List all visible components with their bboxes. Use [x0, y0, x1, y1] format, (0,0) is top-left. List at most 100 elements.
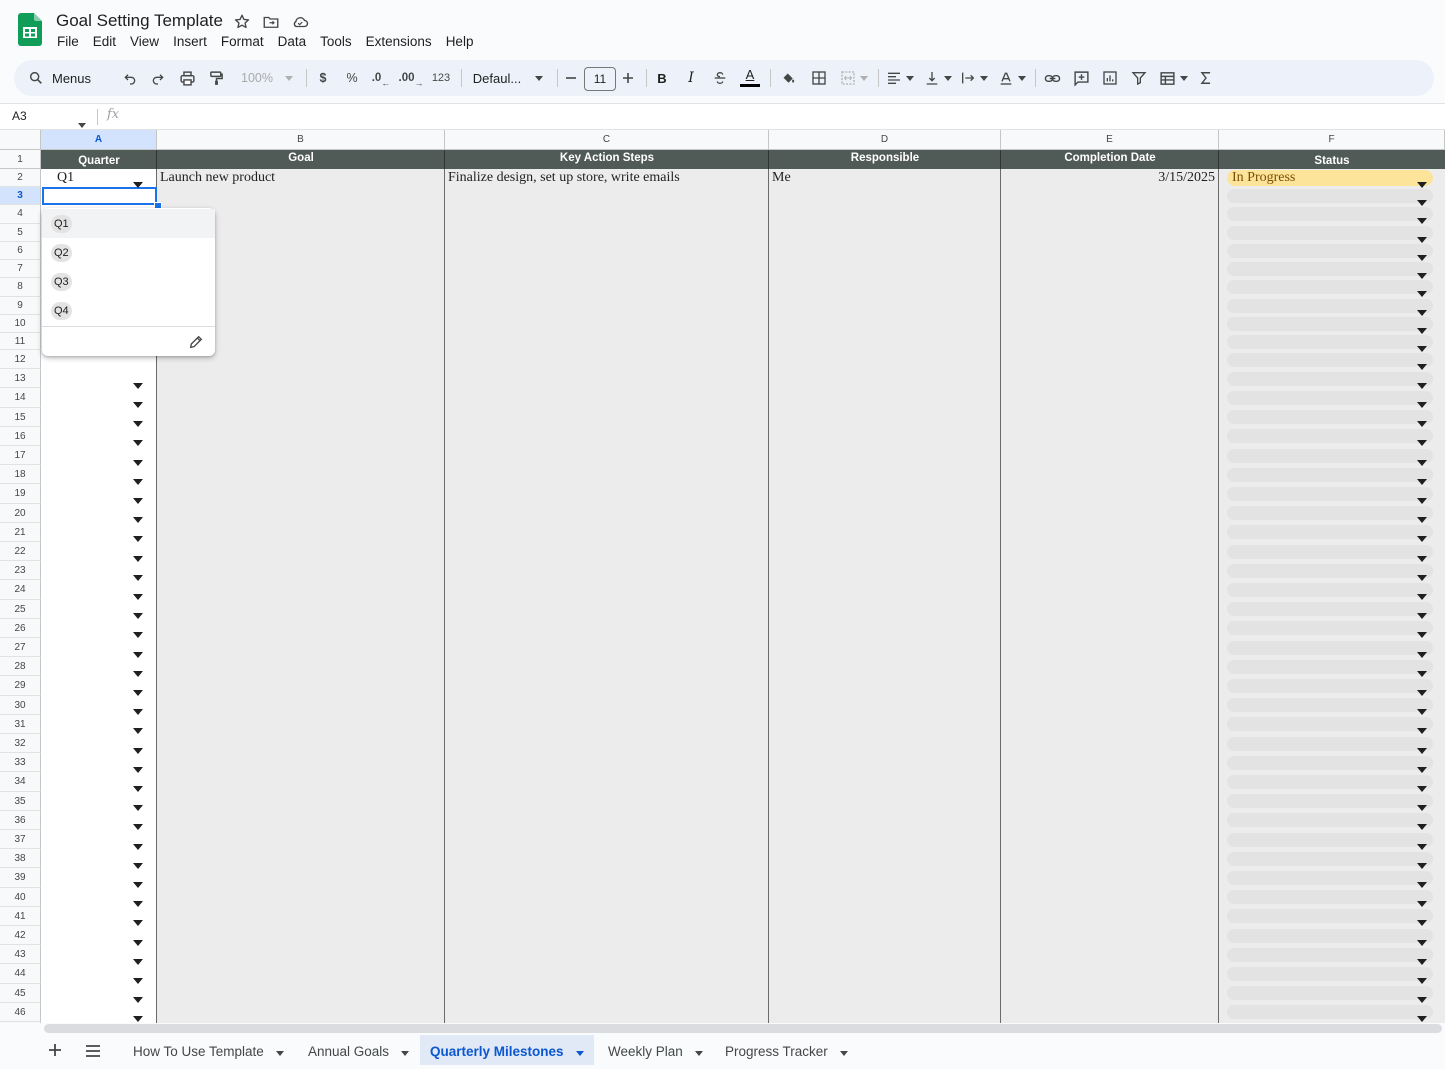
chevron-down-icon[interactable] [133, 856, 143, 869]
chevron-down-icon[interactable] [1417, 721, 1427, 735]
status-empty-chip[interactable] [1227, 563, 1433, 578]
chevron-down-icon[interactable] [1417, 990, 1427, 1004]
redo-button[interactable] [146, 60, 170, 96]
menu-tools[interactable]: Tools [313, 33, 359, 53]
chevron-down-icon[interactable] [133, 510, 143, 524]
status-empty-chip[interactable] [1227, 583, 1433, 597]
chevron-down-icon[interactable] [1417, 741, 1427, 754]
chevron-down-icon[interactable] [133, 933, 143, 946]
dropdown-option-q1[interactable]: Q1 [42, 209, 215, 238]
chevron-down-icon[interactable] [1417, 529, 1427, 543]
chevron-down-icon[interactable] [1417, 875, 1427, 888]
row-header[interactable]: 14 [0, 388, 41, 408]
column-header-a[interactable]: A [41, 130, 157, 150]
increase-decimal-button[interactable]: .00 → [398, 60, 424, 96]
status-empty-chip[interactable] [1227, 755, 1433, 770]
fill-color-button[interactable] [776, 60, 800, 96]
horizontal-scrollbar[interactable] [44, 1024, 1442, 1033]
status-empty-chip[interactable] [1227, 352, 1433, 367]
edit-pencil-icon[interactable] [188, 334, 206, 352]
chevron-down-icon[interactable] [133, 472, 143, 485]
row-header[interactable]: 38 [0, 849, 41, 869]
chevron-down-icon[interactable] [1417, 321, 1427, 334]
status-empty-chip[interactable] [1227, 371, 1433, 386]
status-empty-chip[interactable] [1227, 262, 1433, 277]
row-header[interactable]: 26 [0, 618, 41, 638]
sheet-tab[interactable]: Annual Goals [298, 1035, 419, 1065]
chevron-down-icon[interactable] [1417, 625, 1427, 639]
header-goal[interactable]: Goal [157, 150, 445, 169]
search-menus-button[interactable]: Menus [28, 60, 114, 96]
menu-data[interactable]: Data [271, 33, 314, 53]
font-size-input[interactable]: 11 [584, 67, 616, 91]
status-empty-chip[interactable] [1227, 736, 1433, 751]
number-format-button[interactable]: 123 [428, 60, 454, 96]
status-empty-chip[interactable] [1227, 890, 1433, 905]
sheets-logo-icon[interactable] [18, 13, 42, 46]
cell-e2-date[interactable]: 3/15/2025 [1001, 169, 1215, 187]
zoom-select[interactable]: 100% [236, 60, 298, 96]
add-sheet-plus-icon[interactable] [48, 1043, 62, 1062]
column-e-cells[interactable] [1001, 150, 1219, 1023]
status-empty-chip[interactable] [1227, 698, 1433, 713]
horizontal-align-button[interactable] [884, 60, 916, 96]
status-empty-chip[interactable] [1227, 717, 1433, 732]
chevron-down-icon[interactable] [1417, 779, 1427, 792]
chevron-down-icon[interactable] [133, 913, 143, 927]
row-header[interactable]: 6 [0, 241, 41, 260]
chevron-down-icon[interactable] [1417, 357, 1427, 370]
row-header[interactable]: 42 [0, 926, 41, 946]
bold-button[interactable]: B [652, 60, 672, 96]
status-empty-chip[interactable] [1227, 225, 1433, 240]
row-header[interactable]: 45 [0, 983, 41, 1003]
all-sheets-menu-icon[interactable] [85, 1044, 101, 1062]
chevron-down-icon[interactable] [1417, 702, 1427, 716]
chevron-down-icon[interactable] [1417, 645, 1427, 658]
chevron-down-icon[interactable] [1417, 606, 1427, 620]
chevron-down-icon[interactable] [133, 491, 143, 504]
menu-insert[interactable]: Insert [166, 33, 214, 53]
status-empty-chip[interactable] [1227, 429, 1433, 444]
cell-c2-steps[interactable]: Finalize design, set up store, write ema… [448, 169, 680, 187]
sheet-tab[interactable]: Progress Tracker [715, 1035, 858, 1065]
status-empty-chip[interactable] [1227, 1005, 1433, 1020]
row-header[interactable]: 36 [0, 810, 41, 830]
chevron-down-icon[interactable] [1417, 549, 1427, 562]
chevron-down-icon[interactable] [1417, 683, 1427, 696]
insert-comment-button[interactable] [1069, 60, 1093, 96]
chevron-down-icon[interactable] [133, 645, 143, 658]
row-header[interactable]: 21 [0, 522, 41, 542]
status-empty-chip[interactable] [1227, 832, 1433, 847]
chevron-down-icon[interactable] [1417, 339, 1427, 352]
row-header[interactable]: 32 [0, 734, 41, 754]
chevron-down-icon[interactable] [1417, 894, 1427, 908]
insert-chart-button[interactable] [1098, 60, 1122, 96]
sheet-tab[interactable]: Quarterly Milestones [420, 1035, 594, 1065]
sheet-tab[interactable]: Weekly Plan [598, 1035, 713, 1065]
status-empty-chip[interactable] [1227, 506, 1433, 521]
chevron-down-icon[interactable] [275, 1035, 284, 1069]
row-header[interactable]: 27 [0, 638, 41, 658]
column-header-f[interactable]: F [1219, 130, 1445, 150]
chevron-down-icon[interactable] [1417, 952, 1427, 965]
status-empty-chip[interactable] [1227, 813, 1433, 828]
row-header[interactable]: 4 [0, 205, 41, 224]
row-header[interactable]: 18 [0, 465, 41, 485]
percent-format-button[interactable]: % [341, 60, 363, 96]
row-header[interactable]: 8 [0, 278, 41, 297]
status-empty-chip[interactable] [1227, 659, 1433, 674]
chevron-down-icon[interactable] [133, 683, 143, 696]
chevron-down-icon[interactable] [133, 760, 143, 773]
chevron-down-icon[interactable] [133, 817, 143, 831]
filter-views-button[interactable] [1156, 60, 1190, 96]
status-empty-chip[interactable] [1227, 794, 1433, 809]
chevron-down-icon[interactable] [133, 414, 143, 428]
status-empty-chip[interactable] [1227, 909, 1433, 924]
chevron-down-icon[interactable] [133, 894, 143, 908]
chevron-down-icon[interactable] [839, 1035, 848, 1069]
vertical-align-button[interactable] [922, 60, 954, 96]
chevron-down-icon[interactable] [133, 798, 143, 812]
status-empty-chip[interactable] [1227, 189, 1433, 204]
formula-input[interactable] [128, 106, 1428, 126]
status-empty-chip[interactable] [1227, 525, 1433, 540]
